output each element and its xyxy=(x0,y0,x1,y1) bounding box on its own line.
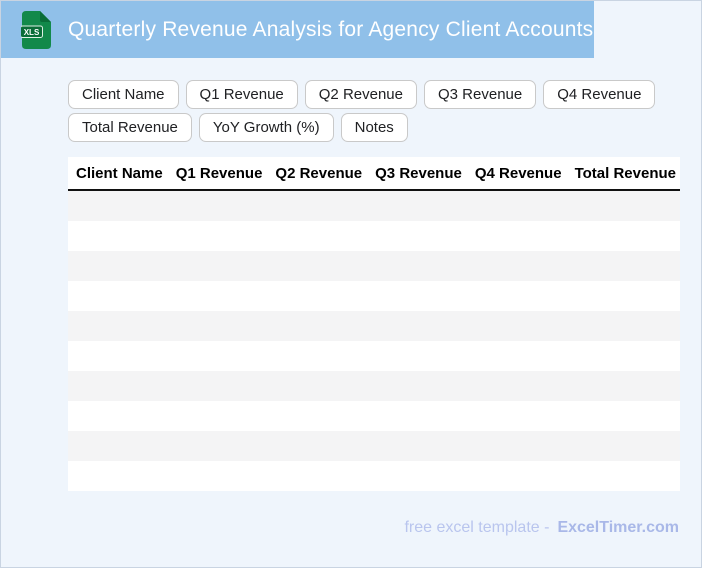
footer-text: free excel template - xyxy=(404,519,550,536)
column-header-q4-revenue: Q4 Revenue xyxy=(474,164,562,182)
chip-q3-revenue[interactable]: Q3 Revenue xyxy=(424,80,537,109)
table-row xyxy=(68,191,680,221)
table-row xyxy=(68,341,680,371)
table-row xyxy=(68,221,680,251)
table-row xyxy=(68,371,680,401)
chip-q1-revenue[interactable]: Q1 Revenue xyxy=(185,80,298,109)
column-header-total-revenue: Total Revenue xyxy=(574,164,676,182)
table-row xyxy=(68,251,680,281)
column-header-q1-revenue: Q1 Revenue xyxy=(175,164,263,182)
footer: free excel template - ExcelTimer.com xyxy=(404,519,679,537)
page-title: Quarterly Revenue Analysis for Agency Cl… xyxy=(68,17,594,41)
app-window: XLS Quarterly Revenue Analysis for Agenc… xyxy=(0,0,702,568)
chip-total-revenue[interactable]: Total Revenue xyxy=(68,113,192,142)
footer-brand[interactable]: ExcelTimer.com xyxy=(557,519,679,536)
table-row xyxy=(68,461,680,491)
chip-notes[interactable]: Notes xyxy=(340,113,408,142)
chip-q4-revenue[interactable]: Q4 Revenue xyxy=(543,80,656,109)
xls-file-icon: XLS xyxy=(21,10,51,49)
xls-icon-label: XLS xyxy=(24,28,40,37)
table-body xyxy=(68,191,680,491)
chip-yoy-growth[interactable]: YoY Growth (%) xyxy=(198,113,334,142)
table-header-row: Client Name Q1 Revenue Q2 Revenue Q3 Revenu… xyxy=(68,157,680,191)
table-row xyxy=(68,311,680,341)
column-header-client-name: Client Name xyxy=(76,164,163,182)
column-chips: Client Name Q1 Revenue Q2 Revenue Q3 Revenu… xyxy=(68,80,680,142)
table-row xyxy=(68,281,680,311)
column-header-q2-revenue: Q2 Revenue xyxy=(275,164,363,182)
table-row xyxy=(68,401,680,431)
chip-q2-revenue[interactable]: Q2 Revenue xyxy=(304,80,417,109)
chip-client-name[interactable]: Client Name xyxy=(68,80,179,109)
table-row xyxy=(68,431,680,461)
column-header-q3-revenue: Q3 Revenue xyxy=(375,164,462,182)
revenue-table: Client Name Q1 Revenue Q2 Revenue Q3 Revenu… xyxy=(68,157,680,491)
title-bar: XLS Quarterly Revenue Analysis for Agenc… xyxy=(1,1,594,58)
